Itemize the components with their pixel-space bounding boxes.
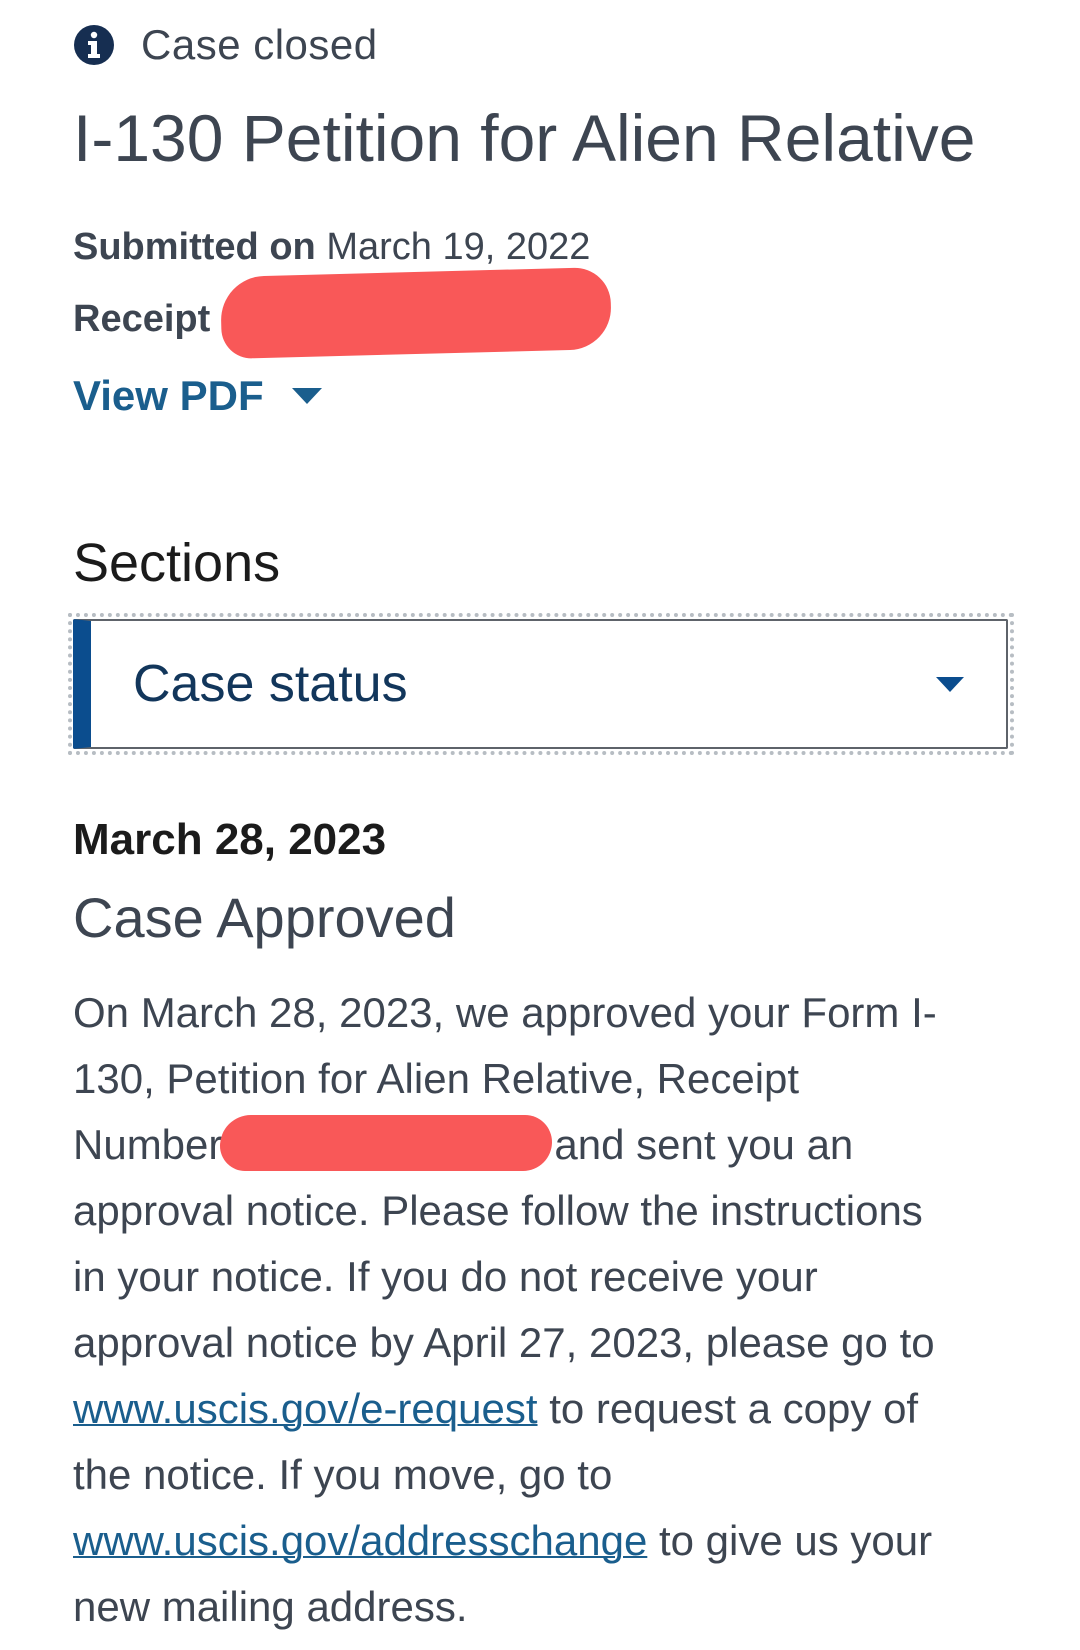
caret-down-icon: [936, 676, 964, 692]
body-text: and sent you an: [554, 1121, 854, 1168]
caret-down-icon: [291, 388, 322, 404]
sections-select-value: Case status: [133, 655, 408, 713]
view-pdf-button[interactable]: View PDF: [73, 372, 322, 420]
body-line: www.uscis.gov/e-request to request a cop…: [73, 1376, 1003, 1442]
receipt-number-redaction: [220, 1115, 553, 1171]
receipt-redaction: [219, 266, 613, 360]
view-pdf-label: View PDF: [73, 372, 264, 419]
submitted-date: March 19, 2022: [326, 226, 591, 268]
case-status-text: Case closed: [141, 21, 378, 68]
event-title: Case Approved: [73, 886, 456, 949]
submitted-label: Submitted on: [73, 226, 316, 268]
body-line: Number and sent you an: [73, 1112, 1003, 1178]
event-description: On March 28, 2023, we approved your Form…: [73, 980, 1003, 1640]
event-date: March 28, 2023: [73, 815, 387, 864]
receipt-line: Receipt #: [73, 298, 242, 341]
body-line: new mailing address.: [73, 1583, 468, 1630]
body-text: to request a copy of: [537, 1385, 919, 1432]
body-line: approval notice. Please follow the instr…: [73, 1187, 923, 1234]
e-request-link[interactable]: www.uscis.gov/e-request: [73, 1385, 538, 1432]
body-line: the notice. If you move, go to: [73, 1451, 613, 1498]
form-title: I-130 Petition for Alien Relative: [73, 101, 976, 175]
submitted-line: Submitted on March 19, 2022: [73, 226, 590, 269]
body-line: in your notice. If you do not receive yo…: [73, 1253, 818, 1300]
sections-select[interactable]: Case status: [73, 619, 1008, 749]
body-line: On March 28, 2023, we approved your Form…: [73, 989, 937, 1036]
sections-heading: Sections: [73, 533, 281, 593]
body-line: www.uscis.gov/addresschange to give us y…: [73, 1508, 1003, 1574]
info-icon: [74, 25, 114, 65]
case-status-row: Case closed: [73, 20, 378, 70]
body-line: 130, Petition for Alien Relative, Receip…: [73, 1055, 800, 1102]
receipt-label: Receipt #: [73, 298, 242, 340]
body-line: approval notice by April 27, 2023, pleas…: [73, 1319, 935, 1366]
body-text: to give us your: [647, 1517, 933, 1564]
body-text: Number: [73, 1121, 223, 1168]
address-change-link[interactable]: www.uscis.gov/addresschange: [73, 1517, 647, 1564]
